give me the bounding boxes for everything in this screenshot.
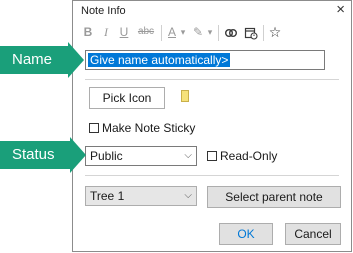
note-icon-preview [181, 90, 189, 102]
name-callout-label: Name [12, 51, 53, 68]
sticky-checkbox-box[interactable] [89, 123, 99, 133]
star-icon[interactable]: ☆ [268, 23, 282, 41]
status-select-value: Public [90, 149, 123, 163]
underline-button[interactable]: U [118, 23, 130, 41]
status-callout-label: Status [12, 146, 55, 163]
read-only-checkbox-label: Read-Only [220, 149, 278, 163]
strikethrough-button[interactable]: abc [136, 23, 156, 41]
cancel-button[interactable]: Cancel [285, 223, 341, 245]
title-bar: Note Info × [73, 1, 351, 21]
read-only-checkbox[interactable]: Read-Only [207, 149, 277, 163]
pick-icon-button[interactable]: Pick Icon [89, 87, 165, 109]
toolbar-divider [263, 25, 264, 41]
section-divider [85, 175, 339, 176]
chevron-down-icon: ⌵ [184, 190, 192, 201]
highlight-pen-icon[interactable]: ✎ [191, 23, 205, 41]
make-sticky-checkbox[interactable]: Make Note Sticky [89, 121, 195, 135]
font-color-button[interactable]: A [166, 23, 178, 41]
close-icon[interactable]: × [336, 2, 345, 18]
toolbar-divider [161, 25, 162, 41]
note-name-value: Give name automatically> [88, 53, 231, 67]
section-divider [85, 79, 339, 80]
parent-tree-value: Tree 1 [90, 189, 125, 203]
note-info-dialog: Note Info × B I U abc A ▾ ✎ ▾ ☆ Give nam… [72, 0, 352, 252]
bold-button[interactable]: B [82, 23, 94, 41]
reminder-calendar-icon[interactable] [243, 23, 259, 41]
callout-arrow-tip [70, 137, 86, 173]
highlight-dropdown-icon[interactable]: ▾ [206, 23, 214, 41]
dialog-title: Note Info [81, 5, 126, 17]
link-icon[interactable] [223, 23, 239, 41]
status-callout: Status [0, 137, 86, 173]
sticky-checkbox-label: Make Note Sticky [102, 121, 196, 135]
status-select[interactable]: Public ⌵ [85, 146, 197, 166]
toolbar-divider [218, 25, 219, 41]
select-parent-note-button[interactable]: Select parent note [207, 186, 341, 208]
italic-button[interactable]: I [101, 23, 111, 41]
read-only-checkbox-box[interactable] [207, 151, 217, 161]
font-color-dropdown-icon[interactable]: ▾ [179, 23, 187, 41]
parent-tree-select[interactable]: Tree 1 ⌵ [85, 186, 197, 206]
note-name-input[interactable]: Give name automatically> [85, 50, 325, 70]
chevron-down-icon: ⌵ [184, 150, 192, 161]
ok-button[interactable]: OK [219, 223, 273, 245]
formatting-toolbar: B I U abc A ▾ ✎ ▾ ☆ [73, 21, 351, 43]
callout-arrow-tip [68, 42, 84, 78]
name-callout: Name [0, 42, 84, 78]
